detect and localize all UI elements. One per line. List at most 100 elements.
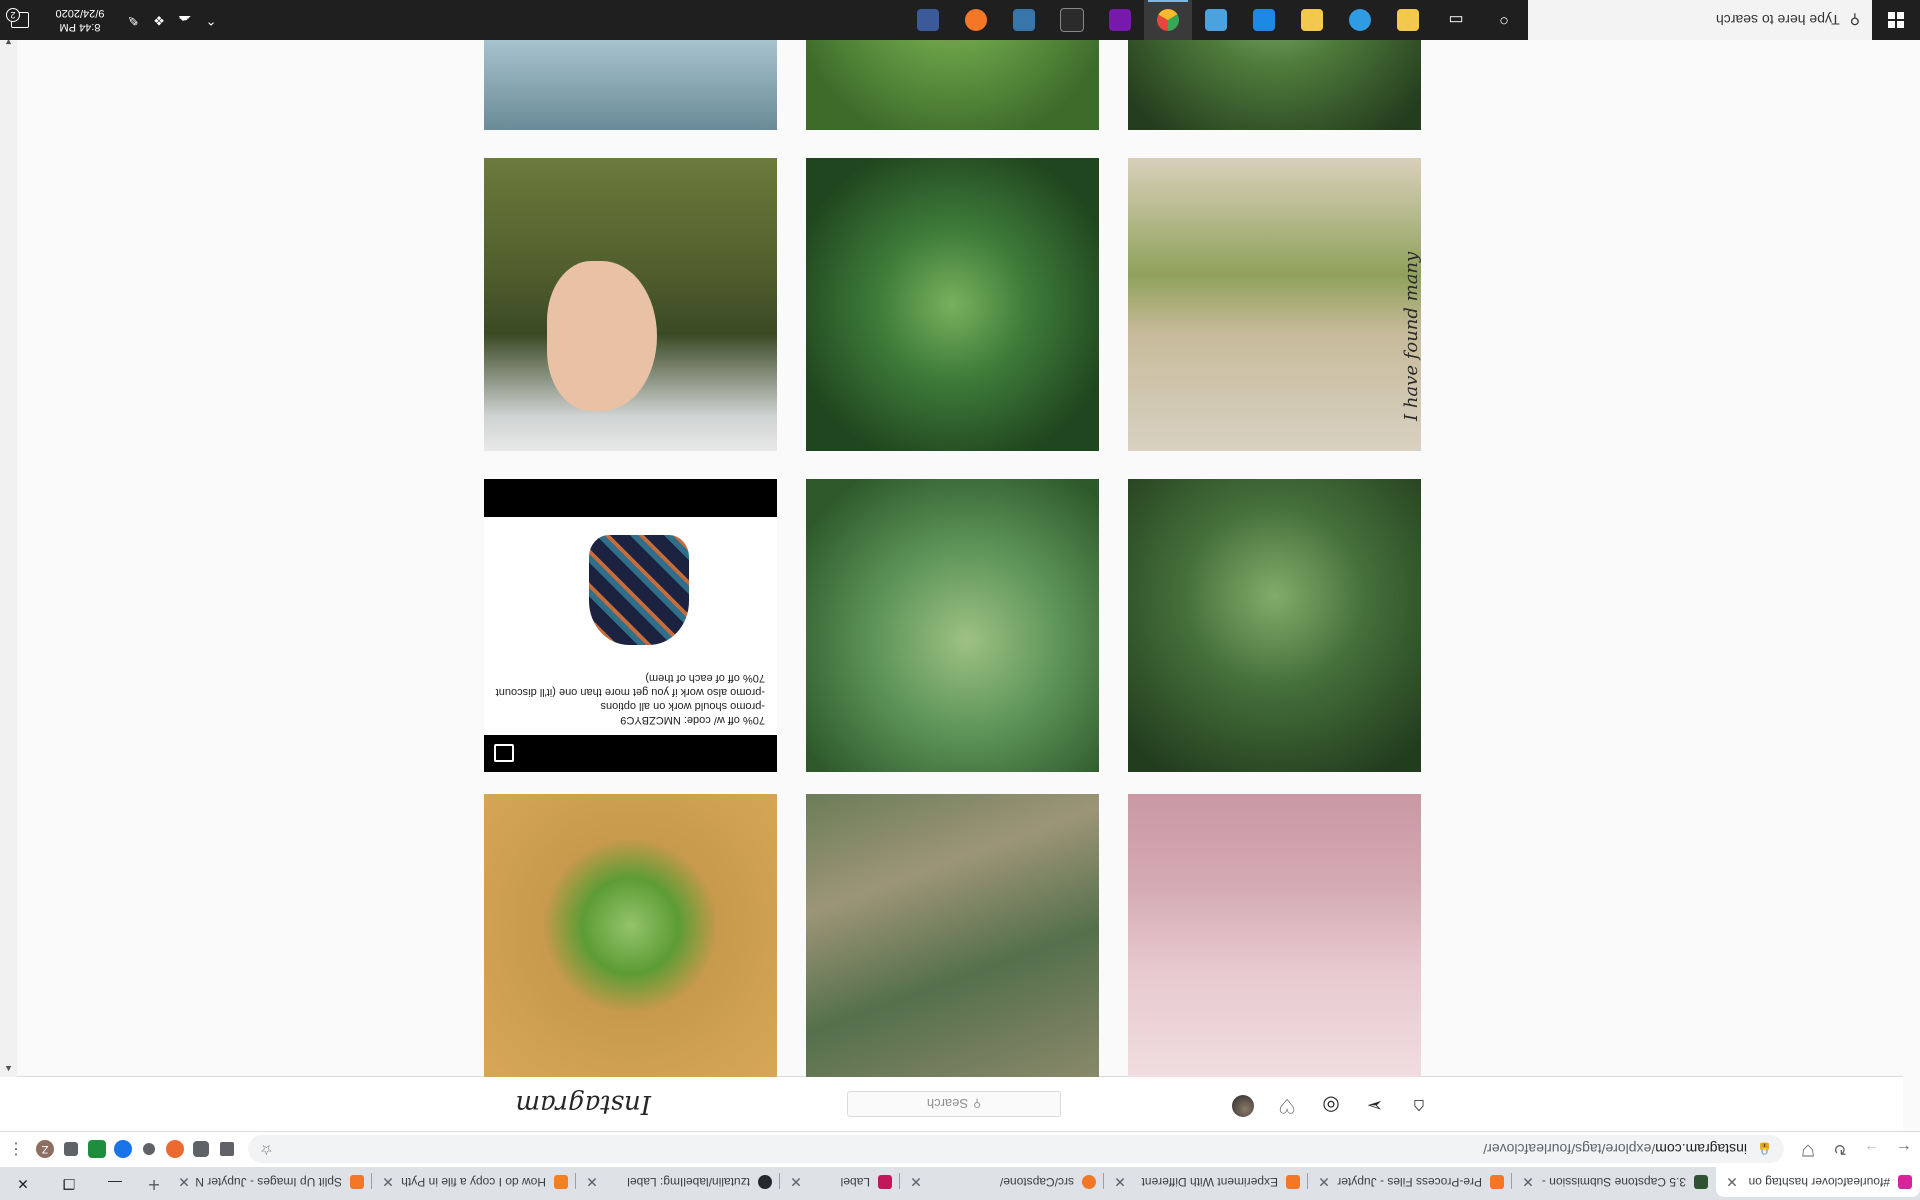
close-tab-icon[interactable]: ✕ [380,1174,396,1191]
puzzle-ext-icon[interactable] [58,1137,84,1163]
url-host: instagram.com [1655,1141,1748,1158]
close-tab-icon[interactable]: ✕ [1316,1174,1332,1191]
bookmark-star-icon[interactable]: ☆ [260,1141,273,1158]
tab-preprocess-files[interactable]: Pre-Process Files - Jupyter ✕ [1308,1167,1512,1197]
scroll-up-arrow-icon[interactable]: ▲ [0,1060,17,1077]
activity-heart-icon[interactable]: ♡ [1275,1094,1299,1118]
bookmark-ext-icon[interactable] [214,1137,240,1163]
instagram-logo[interactable]: Instagram [515,1089,651,1119]
tab-title: tzutalin/labelImg: Label [627,1175,750,1189]
close-window-icon[interactable]: ✕ [0,1167,46,1200]
windows-logo-icon [1888,12,1904,28]
edge-app-icon[interactable] [1336,0,1384,40]
tab-src-capstone[interactable]: src/Capstone/ ✕ [900,1167,1104,1197]
lock-icon[interactable]: 🔒 [1757,1143,1772,1157]
address-bar[interactable]: 🔒 instagram.com/explore/tags/fourleafclo… [248,1135,1784,1164]
direct-send-icon[interactable]: ➢ [1363,1094,1387,1118]
close-tab-icon[interactable]: ✕ [584,1174,600,1191]
onenote-app-icon[interactable] [1096,0,1144,40]
taskbar-search-placeholder: Type here to search [1715,12,1840,28]
task-view-icon[interactable]: ▭ [1432,0,1480,40]
chrome-app-icon[interactable] [1144,0,1192,40]
stackoverflow-favicon-icon [554,1175,568,1189]
system-tray: ⌃ ☁ ❖ ✎ 8:44 PM 9/24/2020 2 [0,0,224,40]
jupyter-app-icon[interactable] [952,0,1000,40]
profile-avatar[interactable] [1231,1094,1255,1118]
tab-copy-file[interactable]: How do I copy a file in Pyth ✕ [372,1167,576,1197]
post-craft[interactable]: I have found many [1128,158,1421,451]
post-clover-grass[interactable] [1128,479,1421,772]
tab-split-images[interactable]: Split Up Images - Jupyter N ✕ [168,1167,372,1197]
new-tab-button[interactable]: + [140,1172,168,1195]
tab-title: Experiment With Different [1141,1175,1279,1189]
clock-date: 9/24/2020 [55,7,105,19]
home-icon[interactable]: ⌂ [1407,1094,1431,1118]
cloud-icon[interactable]: ☁ [172,12,198,28]
post-clover-leaf[interactable] [484,794,777,1077]
instagram-search-input[interactable]: ⚲ Search [847,1091,1061,1117]
close-tab-icon[interactable]: ✕ [176,1174,192,1191]
forward-arrow-icon[interactable]: → [1856,1136,1888,1164]
start-button[interactable] [1872,0,1920,40]
jupyter-favicon-icon [1286,1175,1300,1189]
file-explorer-app-icon[interactable] [1288,0,1336,40]
word-ext-icon[interactable] [110,1137,136,1163]
calculator-app-icon[interactable] [904,0,952,40]
back-arrow-icon[interactable]: ← [1888,1136,1920,1164]
money-ext-icon[interactable] [84,1137,110,1163]
tab-capstone-submission[interactable]: 3.5 Capstone Submission - ✕ [1512,1167,1716,1197]
substance-designer-app-icon[interactable] [1240,0,1288,40]
restore-icon[interactable]: ❐ [46,1167,92,1200]
post-promo[interactable]: 70% off w/ code: NMCZBYC9 -promo should … [484,479,777,772]
tab-experiment[interactable]: Experiment With Different ✕ [1104,1167,1308,1197]
clock-time: 8:44 PM [59,21,101,33]
close-tab-icon[interactable]: ✕ [908,1174,924,1191]
tab-title: Split Up Images - Jupyter N [195,1175,342,1189]
post-image [806,33,1099,130]
close-tab-icon[interactable]: ✕ [1112,1174,1128,1191]
grammarly-ext-icon[interactable] [188,1137,214,1163]
circle-ext-icon[interactable] [136,1137,162,1163]
cortana-icon[interactable]: ○ [1480,0,1528,40]
tab-labelimg[interactable]: tzutalin/labelImg: Label ✕ [576,1167,780,1197]
instagram-favicon-icon [1898,1175,1912,1189]
tab-fourleafclover[interactable]: #fourleafclover hashtag on ✕ [1716,1167,1920,1197]
post-top-flowers[interactable] [806,33,1099,130]
post-top-person[interactable] [484,33,777,130]
chevron-up-icon[interactable]: ⌃ [198,12,224,28]
reload-icon[interactable]: ↻ [1824,1136,1856,1164]
photos-app-icon[interactable] [1192,0,1240,40]
pen-icon[interactable]: ✎ [120,12,146,28]
close-tab-icon[interactable]: ✕ [1724,1174,1740,1191]
profile-avatar[interactable]: Z [32,1137,58,1163]
promo-text: 70% off w/ code: NMCZBYC9 -promo should … [495,671,765,727]
explore-compass-icon[interactable]: ◎ [1319,1094,1343,1118]
octagon-ext-icon[interactable] [162,1137,188,1163]
minimize-icon[interactable]: — [92,1167,138,1200]
post-tattoo[interactable] [1128,794,1421,1077]
python-app-icon[interactable] [1000,0,1048,40]
close-tab-icon[interactable]: ✕ [1520,1174,1536,1191]
search-icon: ⚲ [973,1097,982,1110]
taskbar-search[interactable]: ⚲ Type here to search [1528,0,1872,40]
close-tab-icon[interactable]: ✕ [788,1174,804,1191]
promo-line: 70% off of each of them) [645,672,765,684]
tab-label[interactable]: Label ✕ [780,1167,900,1197]
store-app-icon[interactable] [1384,0,1432,40]
tab-title: src/Capstone/ [999,1175,1074,1189]
clock[interactable]: 8:44 PM 9/24/2020 [40,6,120,34]
menu-kebab-icon[interactable]: ⋮ [0,1136,32,1164]
post-top-plant[interactable] [1128,33,1421,130]
post-clover-dry-grass[interactable] [806,794,1099,1077]
page-scrollbar[interactable]: ▲ ▼ [0,9,17,1077]
shield-icon[interactable]: ⛉ [1792,1136,1824,1164]
url-path: /explore/tags/fourleafclover/ [1483,1141,1656,1158]
post-hand-grass[interactable] [484,158,777,451]
terminal-app-icon[interactable] [1048,0,1096,40]
dropbox-icon[interactable]: ❖ [146,12,172,28]
post-clover-closeup[interactable] [806,158,1099,451]
promo-panel: 70% off w/ code: NMCZBYC9 -promo should … [484,517,777,735]
action-center-button[interactable]: 2 [0,8,40,28]
post-clover-flower[interactable] [806,479,1099,772]
tab-title: Label [840,1175,870,1189]
